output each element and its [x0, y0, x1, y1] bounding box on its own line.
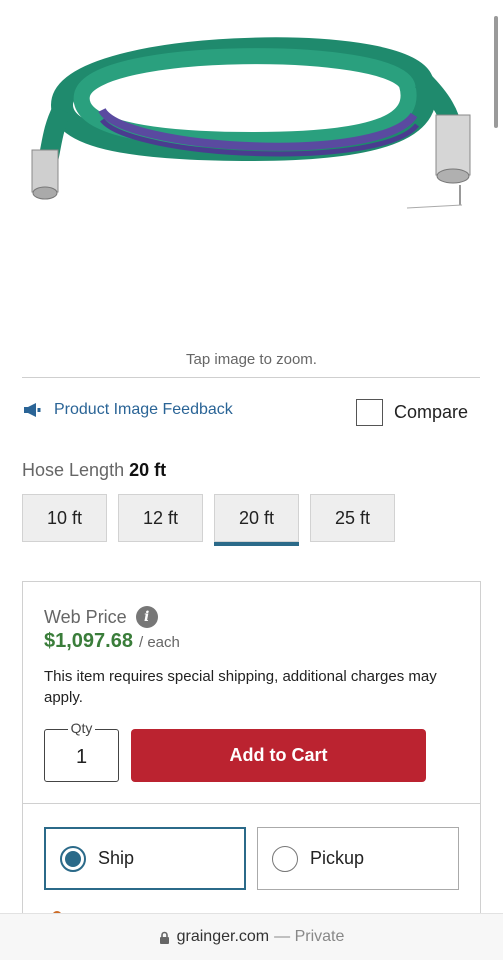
tap-to-zoom-hint: Tap image to zoom. — [186, 351, 317, 368]
hose-length-options: 10 ft 12 ft 20 ft 25 ft — [22, 494, 406, 546]
price-unit: / each — [138, 634, 180, 651]
price-value: $1,097.68 — [44, 630, 133, 652]
length-option-10ft[interactable]: 10 ft — [22, 494, 107, 542]
info-icon[interactable]: i — [135, 606, 158, 628]
ship-option[interactable]: Ship — [44, 827, 246, 890]
web-price-heading: Web Price i — [44, 606, 158, 628]
web-price-label: Web Price — [44, 606, 127, 627]
page-scrollbar[interactable] — [494, 16, 498, 128]
ship-radio[interactable] — [60, 845, 86, 872]
compare-checkbox[interactable] — [356, 399, 383, 426]
feedback-label: Product Image Feedback — [54, 401, 233, 418]
pricing-divider — [23, 803, 480, 804]
price-line: $1,097.68 / each — [44, 630, 180, 653]
private-mode-label: — Private — [274, 928, 345, 945]
add-to-cart-button[interactable]: Add to Cart — [131, 729, 426, 782]
length-option-12ft[interactable]: 12 ft — [118, 494, 203, 542]
compare-label: Compare — [394, 402, 469, 422]
product-image-hose[interactable] — [22, 0, 482, 300]
compare-toggle[interactable]: Compare — [356, 399, 468, 426]
pricing-panel: Web Price i $1,097.68 / each This item r… — [22, 581, 481, 926]
megaphone-icon — [24, 403, 41, 417]
hose-length-heading: Hose Length 20 ft — [22, 460, 166, 481]
hose-length-selected-value: 20 ft — [129, 460, 167, 480]
special-shipping-note: This item requires special shipping, add… — [44, 668, 437, 706]
browser-address-bar[interactable]: grainger.com — Private — [0, 913, 503, 960]
qty-label: Qty — [45, 720, 118, 736]
length-option-20ft[interactable]: 20 ft — [214, 494, 299, 546]
section-divider — [22, 377, 480, 378]
length-option-25ft[interactable]: 25 ft — [310, 494, 395, 542]
pickup-radio[interactable] — [272, 845, 298, 872]
lock-icon — [159, 931, 169, 944]
pickup-label: Pickup — [310, 848, 365, 868]
qty-value[interactable]: 1 — [45, 746, 118, 769]
ship-label: Ship — [98, 848, 135, 868]
url-domain: grainger.com — [176, 928, 270, 945]
product-image-feedback-link[interactable]: Product Image Feedback — [22, 401, 233, 419]
pickup-option[interactable]: Pickup — [257, 827, 459, 890]
quantity-input[interactable]: Qty 1 — [44, 720, 119, 782]
hose-length-label: Hose Length — [22, 460, 125, 480]
